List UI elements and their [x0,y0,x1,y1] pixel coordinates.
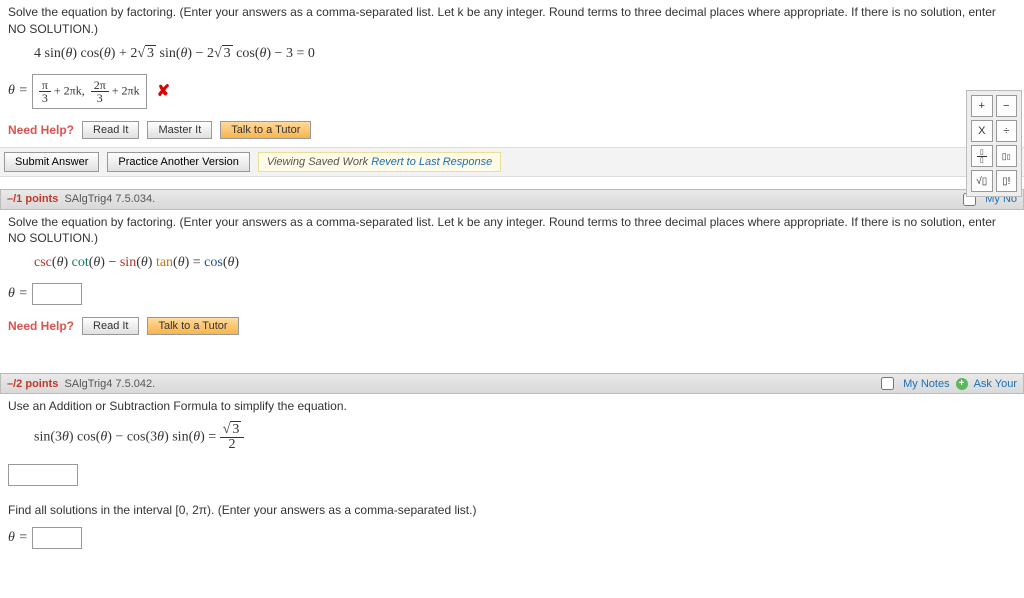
q2-equation: csc(θ) cot(θ) − sin(θ) tan(θ) = cos(θ) [4,249,1020,277]
submit-answer-button[interactable]: Submit Answer [4,152,99,172]
q3-my-notes-link[interactable]: My Notes [903,378,949,390]
q2-read-it-button[interactable]: Read It [82,317,139,335]
read-it-button[interactable]: Read It [82,121,139,139]
revert-link[interactable]: Revert to Last Response [371,156,492,168]
q2-talk-tutor-button[interactable]: Talk to a Tutor [147,317,238,335]
q3-points: –/2 points [7,378,58,390]
q3-notes-checkbox[interactable] [881,377,894,390]
submit-row: Submit Answer Practice Another Version V… [0,147,1024,177]
q2-header: –/1 points SAlgTrig4 7.5.034. My No [0,189,1024,210]
q3-instruction: Use an Addition or Subtraction Formula t… [4,396,1020,417]
q2-need-help-label: Need Help? [8,319,74,333]
q3-theta-label: θ = [8,530,28,546]
q1-answer-input[interactable]: π3 + 2πk, 2π3 + 2πk [32,74,147,109]
calc-palette: + − X ÷ ▯▯ ▯▯ √▯ ▯! [966,90,1022,197]
q3-answer-input[interactable] [32,527,82,549]
calc-fraction-button[interactable]: ▯▯ [971,145,993,167]
q3-equation: sin(3θ) cos(θ) − cos(3θ) sin(θ) = √32 [4,417,1020,458]
calc-divide-button[interactable]: ÷ [996,120,1018,142]
q2-points: –/1 points [7,193,58,205]
viewing-saved-panel: Viewing Saved Work Revert to Last Respon… [258,152,501,172]
calc-exponent-button[interactable]: ▯▯ [996,145,1018,167]
plus-icon: + [956,378,968,390]
q2-instruction: Solve the equation by factoring. (Enter … [4,212,1020,250]
q3-header: –/2 points SAlgTrig4 7.5.042. My Notes +… [0,373,1024,394]
need-help-label: Need Help? [8,123,74,137]
incorrect-icon: ✘ [157,81,170,101]
calc-sqrt-button[interactable]: √▯ [971,170,993,192]
q3-ref: SAlgTrig4 7.5.042. [64,378,155,390]
calc-times-button[interactable]: X [971,120,993,142]
q3-simplify-input[interactable] [8,464,78,486]
practice-another-button[interactable]: Practice Another Version [107,152,249,172]
calc-factorial-button[interactable]: ▯! [996,170,1018,192]
master-it-button[interactable]: Master It [147,121,212,139]
q3-instruction2: Find all solutions in the interval [0, 2… [4,500,1020,521]
q2-theta-label: θ = [8,286,28,302]
q2-ref: SAlgTrig4 7.5.034. [64,193,155,205]
calc-minus-button[interactable]: − [996,95,1018,117]
q1-theta-label: θ = [8,83,28,99]
q1-instruction: Solve the equation by factoring. (Enter … [4,2,1020,40]
calc-plus-button[interactable]: + [971,95,993,117]
q3-ask-link[interactable]: Ask Your [974,378,1017,390]
q1-equation: 4 sin(θ) cos(θ) + 2√3 sin(θ) − 2√3 cos(θ… [4,40,1020,68]
q2-answer-input[interactable] [32,283,82,305]
talk-tutor-button[interactable]: Talk to a Tutor [220,121,311,139]
viewing-label: Viewing Saved Work [267,156,368,168]
